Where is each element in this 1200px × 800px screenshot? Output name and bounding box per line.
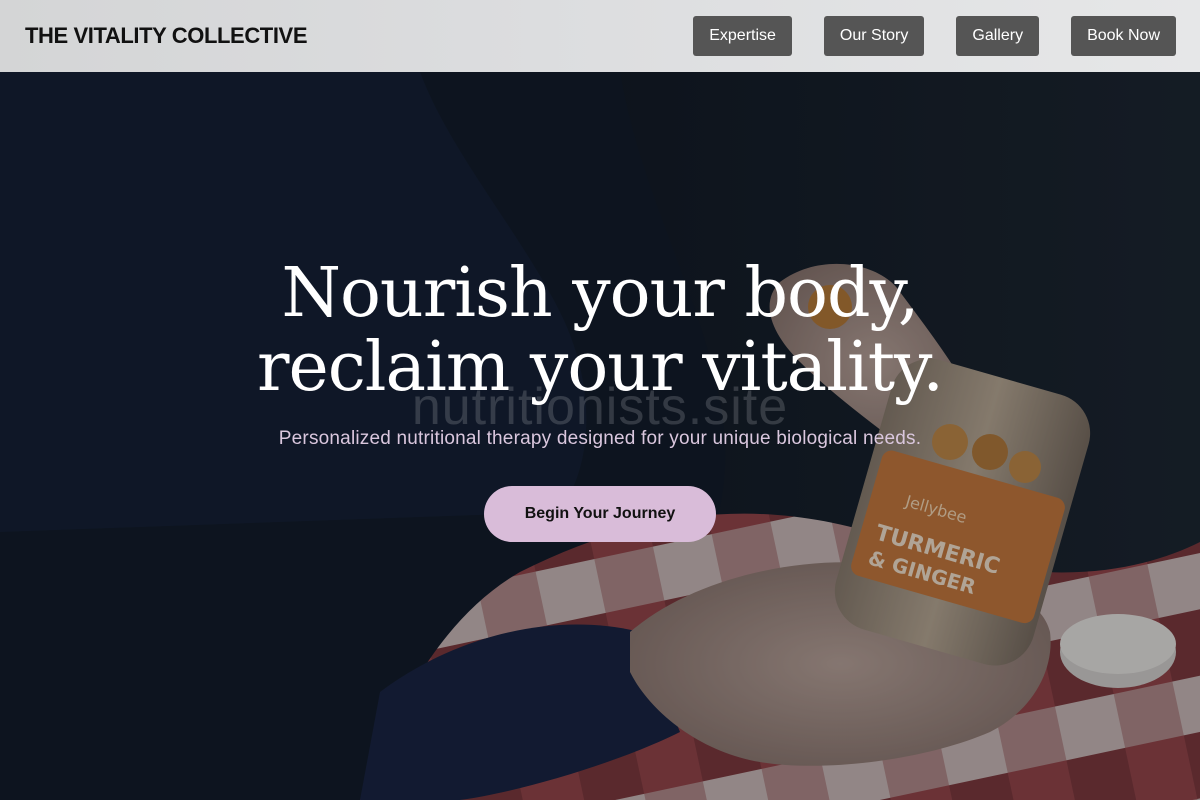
hero-section: Jellybee TURMERIC & GINGER nutritionists… [0, 72, 1200, 800]
hero-headline-line-1: Nourish your body, [281, 254, 919, 333]
nav-book-now-button[interactable]: Book Now [1071, 16, 1176, 56]
hero-content: nutritionists.site Nourish your body, re… [0, 72, 1200, 800]
brand-logo[interactable]: THE VITALITY COLLECTIVE [25, 23, 308, 49]
main-nav: Expertise Our Story Gallery Book Now [693, 16, 1176, 56]
hero-headline: Nourish your body, reclaim your vitality… [0, 257, 1200, 405]
hero-headline-line-2: reclaim your vitality. [256, 328, 944, 407]
nav-gallery-button[interactable]: Gallery [956, 16, 1040, 56]
begin-journey-button[interactable]: Begin Your Journey [484, 486, 716, 542]
hero-subtitle: Personalized nutritional therapy designe… [278, 428, 922, 449]
site-header: THE VITALITY COLLECTIVE Expertise Our St… [0, 0, 1200, 72]
nav-our-story-button[interactable]: Our Story [823, 16, 925, 56]
nav-expertise-button[interactable]: Expertise [693, 16, 792, 56]
